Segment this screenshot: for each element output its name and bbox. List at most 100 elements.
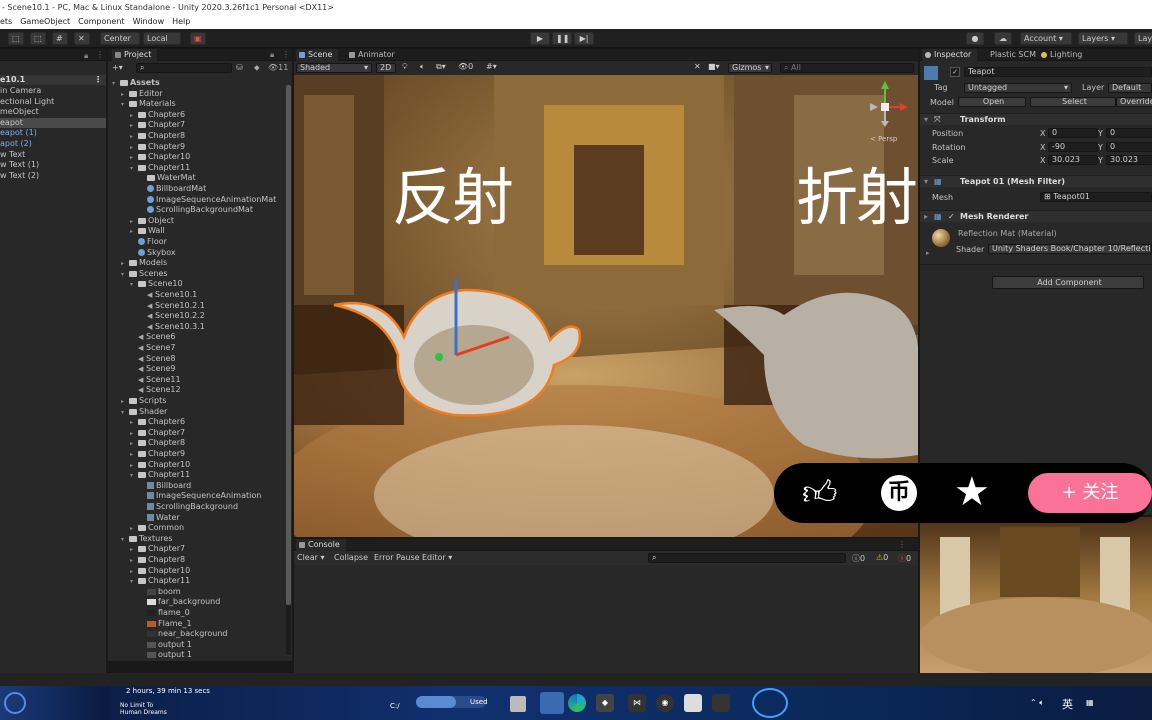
scene-search-input[interactable]: ⌕ All bbox=[780, 63, 914, 73]
tab-plastic-scm[interactable]: Plastic SCM bbox=[978, 49, 1042, 61]
hierarchy-item[interactable]: w Text (2) bbox=[0, 171, 106, 182]
app-icon-3[interactable] bbox=[712, 694, 730, 712]
project-item[interactable]: ▸ Chapter6 bbox=[130, 417, 185, 428]
like-icon[interactable]: 👍︎ bbox=[802, 473, 838, 513]
project-item[interactable]: ◀ Scene9 bbox=[130, 364, 175, 375]
project-item[interactable]: ImageSequenceAnimationMat bbox=[139, 195, 276, 206]
follow-button[interactable]: + 关注 bbox=[1028, 473, 1152, 513]
project-scrollbar[interactable] bbox=[286, 85, 291, 655]
audio-toggle-icon[interactable]: 🔈︎ bbox=[420, 62, 425, 72]
hierarchy-item[interactable]: eapot bbox=[0, 117, 106, 129]
tools-icon[interactable]: ✕ bbox=[694, 62, 701, 71]
project-item[interactable]: boom bbox=[139, 587, 181, 598]
project-item[interactable]: ◀ Scene10.1 bbox=[139, 290, 197, 301]
project-item[interactable]: ▾ Textures bbox=[121, 534, 172, 545]
project-item[interactable]: ▸ Scripts bbox=[121, 396, 166, 407]
hierarchy-item[interactable]: in Camera bbox=[0, 86, 106, 97]
scene-header[interactable]: e10.1 ⋮ bbox=[0, 75, 106, 85]
console-search-input[interactable]: ⌕ bbox=[648, 553, 846, 563]
menu-icon[interactable]: ⋮ bbox=[898, 540, 906, 549]
step-icon[interactable]: ▶| bbox=[574, 32, 594, 45]
log-count[interactable]: ⓘ0 bbox=[852, 553, 865, 564]
project-item[interactable]: ▸ Chapter7 bbox=[130, 428, 185, 439]
project-item[interactable]: ▸ Chapter10 bbox=[130, 566, 190, 577]
transform-header[interactable]: ▾ ⤧ Transform bbox=[920, 113, 1152, 125]
project-item[interactable]: flame_0 bbox=[139, 608, 190, 619]
orientation-gizmo[interactable] bbox=[866, 79, 914, 131]
select-button[interactable]: Select bbox=[1030, 97, 1116, 107]
project-item[interactable]: ▾ Shader bbox=[121, 407, 167, 418]
hierarchy-item[interactable]: w Text (1) bbox=[0, 160, 106, 171]
hidden-packages-icon[interactable]: 👁︎11 bbox=[268, 63, 288, 72]
project-item[interactable]: ▸ Editor bbox=[121, 89, 163, 100]
app-icon[interactable] bbox=[540, 692, 564, 714]
unity-icon[interactable]: ◆ bbox=[596, 694, 614, 712]
file-explorer-icon[interactable] bbox=[510, 696, 526, 712]
layout-dropdown[interactable]: Lay bbox=[1134, 32, 1152, 45]
expand-arrow-icon[interactable]: ▸ bbox=[926, 249, 930, 257]
add-asset-icon[interactable]: +▾ bbox=[112, 63, 123, 72]
hierarchy-item[interactable]: meObject bbox=[0, 107, 106, 118]
project-item[interactable]: ▸ Chapter8 bbox=[130, 131, 185, 142]
overrides-dropdown[interactable]: Overrides bbox=[1116, 97, 1152, 107]
rect-tool-icon[interactable]: ⬚ bbox=[30, 32, 46, 45]
effects-toggle-icon[interactable]: ⧉▾ bbox=[436, 62, 446, 72]
pivot-center-button[interactable]: Center bbox=[100, 32, 140, 45]
mesh-renderer-header[interactable]: ▸ ▦ ✓ Mesh Renderer bbox=[920, 210, 1152, 222]
shading-mode-dropdown[interactable]: Shaded ▾ bbox=[296, 63, 372, 73]
project-item[interactable]: ◀ Scene7 bbox=[130, 343, 175, 354]
visibility-icon[interactable]: 👁︎0 bbox=[458, 62, 473, 71]
snap-icon[interactable]: ▣ bbox=[190, 32, 206, 45]
project-item[interactable]: ◀ Scene12 bbox=[130, 385, 181, 396]
lock-icon[interactable]: 🔒︎ bbox=[84, 51, 88, 61]
obs-icon[interactable]: ◉ bbox=[656, 694, 674, 712]
project-item[interactable]: ◀ Scene10.3.1 bbox=[139, 322, 205, 333]
tab-project[interactable]: Project bbox=[112, 49, 158, 61]
menu-icon[interactable]: ⋮ bbox=[96, 50, 104, 59]
project-item[interactable]: ◀ Scene11 bbox=[130, 375, 181, 386]
project-item[interactable]: far_background bbox=[139, 597, 220, 608]
menu-icon[interactable]: ⋮ bbox=[282, 50, 290, 59]
add-component-button[interactable]: Add Component bbox=[992, 276, 1144, 289]
project-item[interactable]: output 1 bbox=[139, 650, 192, 661]
project-item[interactable]: ▾ Chapter11 bbox=[130, 470, 190, 481]
pivot-local-button[interactable]: Local bbox=[143, 32, 181, 45]
project-item[interactable]: BillboardMat bbox=[139, 184, 206, 195]
project-search-input[interactable]: ⌕ bbox=[136, 63, 232, 73]
coin-icon[interactable]: 币 bbox=[881, 475, 917, 511]
hierarchy-item[interactable]: apot (2) bbox=[0, 139, 106, 150]
menu-item[interactable]: Window bbox=[133, 17, 165, 26]
active-checkbox[interactable]: ✓ bbox=[950, 67, 960, 77]
vs-icon[interactable]: ⋈ bbox=[628, 694, 646, 712]
error-pause-button[interactable]: Error Pause bbox=[374, 553, 420, 562]
hand-tool-icon[interactable]: ⬚ bbox=[8, 32, 24, 45]
edge-browser-icon[interactable] bbox=[568, 694, 586, 712]
transform-x-field[interactable]: 0 bbox=[1048, 128, 1098, 138]
collapse-button[interactable]: Collapse bbox=[334, 553, 368, 562]
clear-button[interactable]: Clear ▾ bbox=[297, 553, 324, 562]
tab-inspector[interactable]: Inspector bbox=[922, 49, 978, 61]
project-item[interactable]: ▸ Chapter10 bbox=[130, 152, 190, 163]
account-dropdown[interactable]: Account ▾ bbox=[1020, 32, 1072, 45]
project-item[interactable]: ▸ Chapter8 bbox=[130, 438, 185, 449]
project-item[interactable]: ◀ Scene6 bbox=[130, 332, 175, 343]
gizmos-dropdown[interactable]: Gizmos ▾ bbox=[728, 63, 772, 73]
collab-icon[interactable]: ● bbox=[966, 32, 984, 45]
grid-toggle-icon[interactable]: #▾ bbox=[486, 62, 497, 71]
menu-item[interactable]: Help bbox=[172, 17, 190, 26]
lock-icon[interactable]: 🔒︎ bbox=[270, 50, 274, 60]
project-item[interactable]: ▸ Object bbox=[130, 216, 174, 227]
project-item[interactable]: Billboard bbox=[139, 481, 191, 492]
project-item[interactable]: Water bbox=[139, 513, 180, 524]
project-item[interactable]: ▸ Chapter6 bbox=[130, 110, 185, 121]
tray-grid-icon[interactable]: ▦ bbox=[1086, 698, 1094, 707]
tab-scene[interactable]: Scene bbox=[296, 49, 339, 61]
cloud-icon[interactable]: ☁ bbox=[994, 32, 1012, 45]
project-item[interactable]: Flame_1 bbox=[139, 619, 192, 630]
mesh-field[interactable]: ⊞ Teapot01 bbox=[1040, 192, 1152, 202]
app-icon-2[interactable] bbox=[684, 694, 702, 712]
camera-icon[interactable]: ■▾ bbox=[708, 62, 720, 71]
menu-item[interactable]: ets bbox=[0, 17, 12, 26]
transform-y-field[interactable]: 0 bbox=[1106, 128, 1152, 138]
hierarchy-item[interactable]: eapot (1) bbox=[0, 128, 106, 139]
